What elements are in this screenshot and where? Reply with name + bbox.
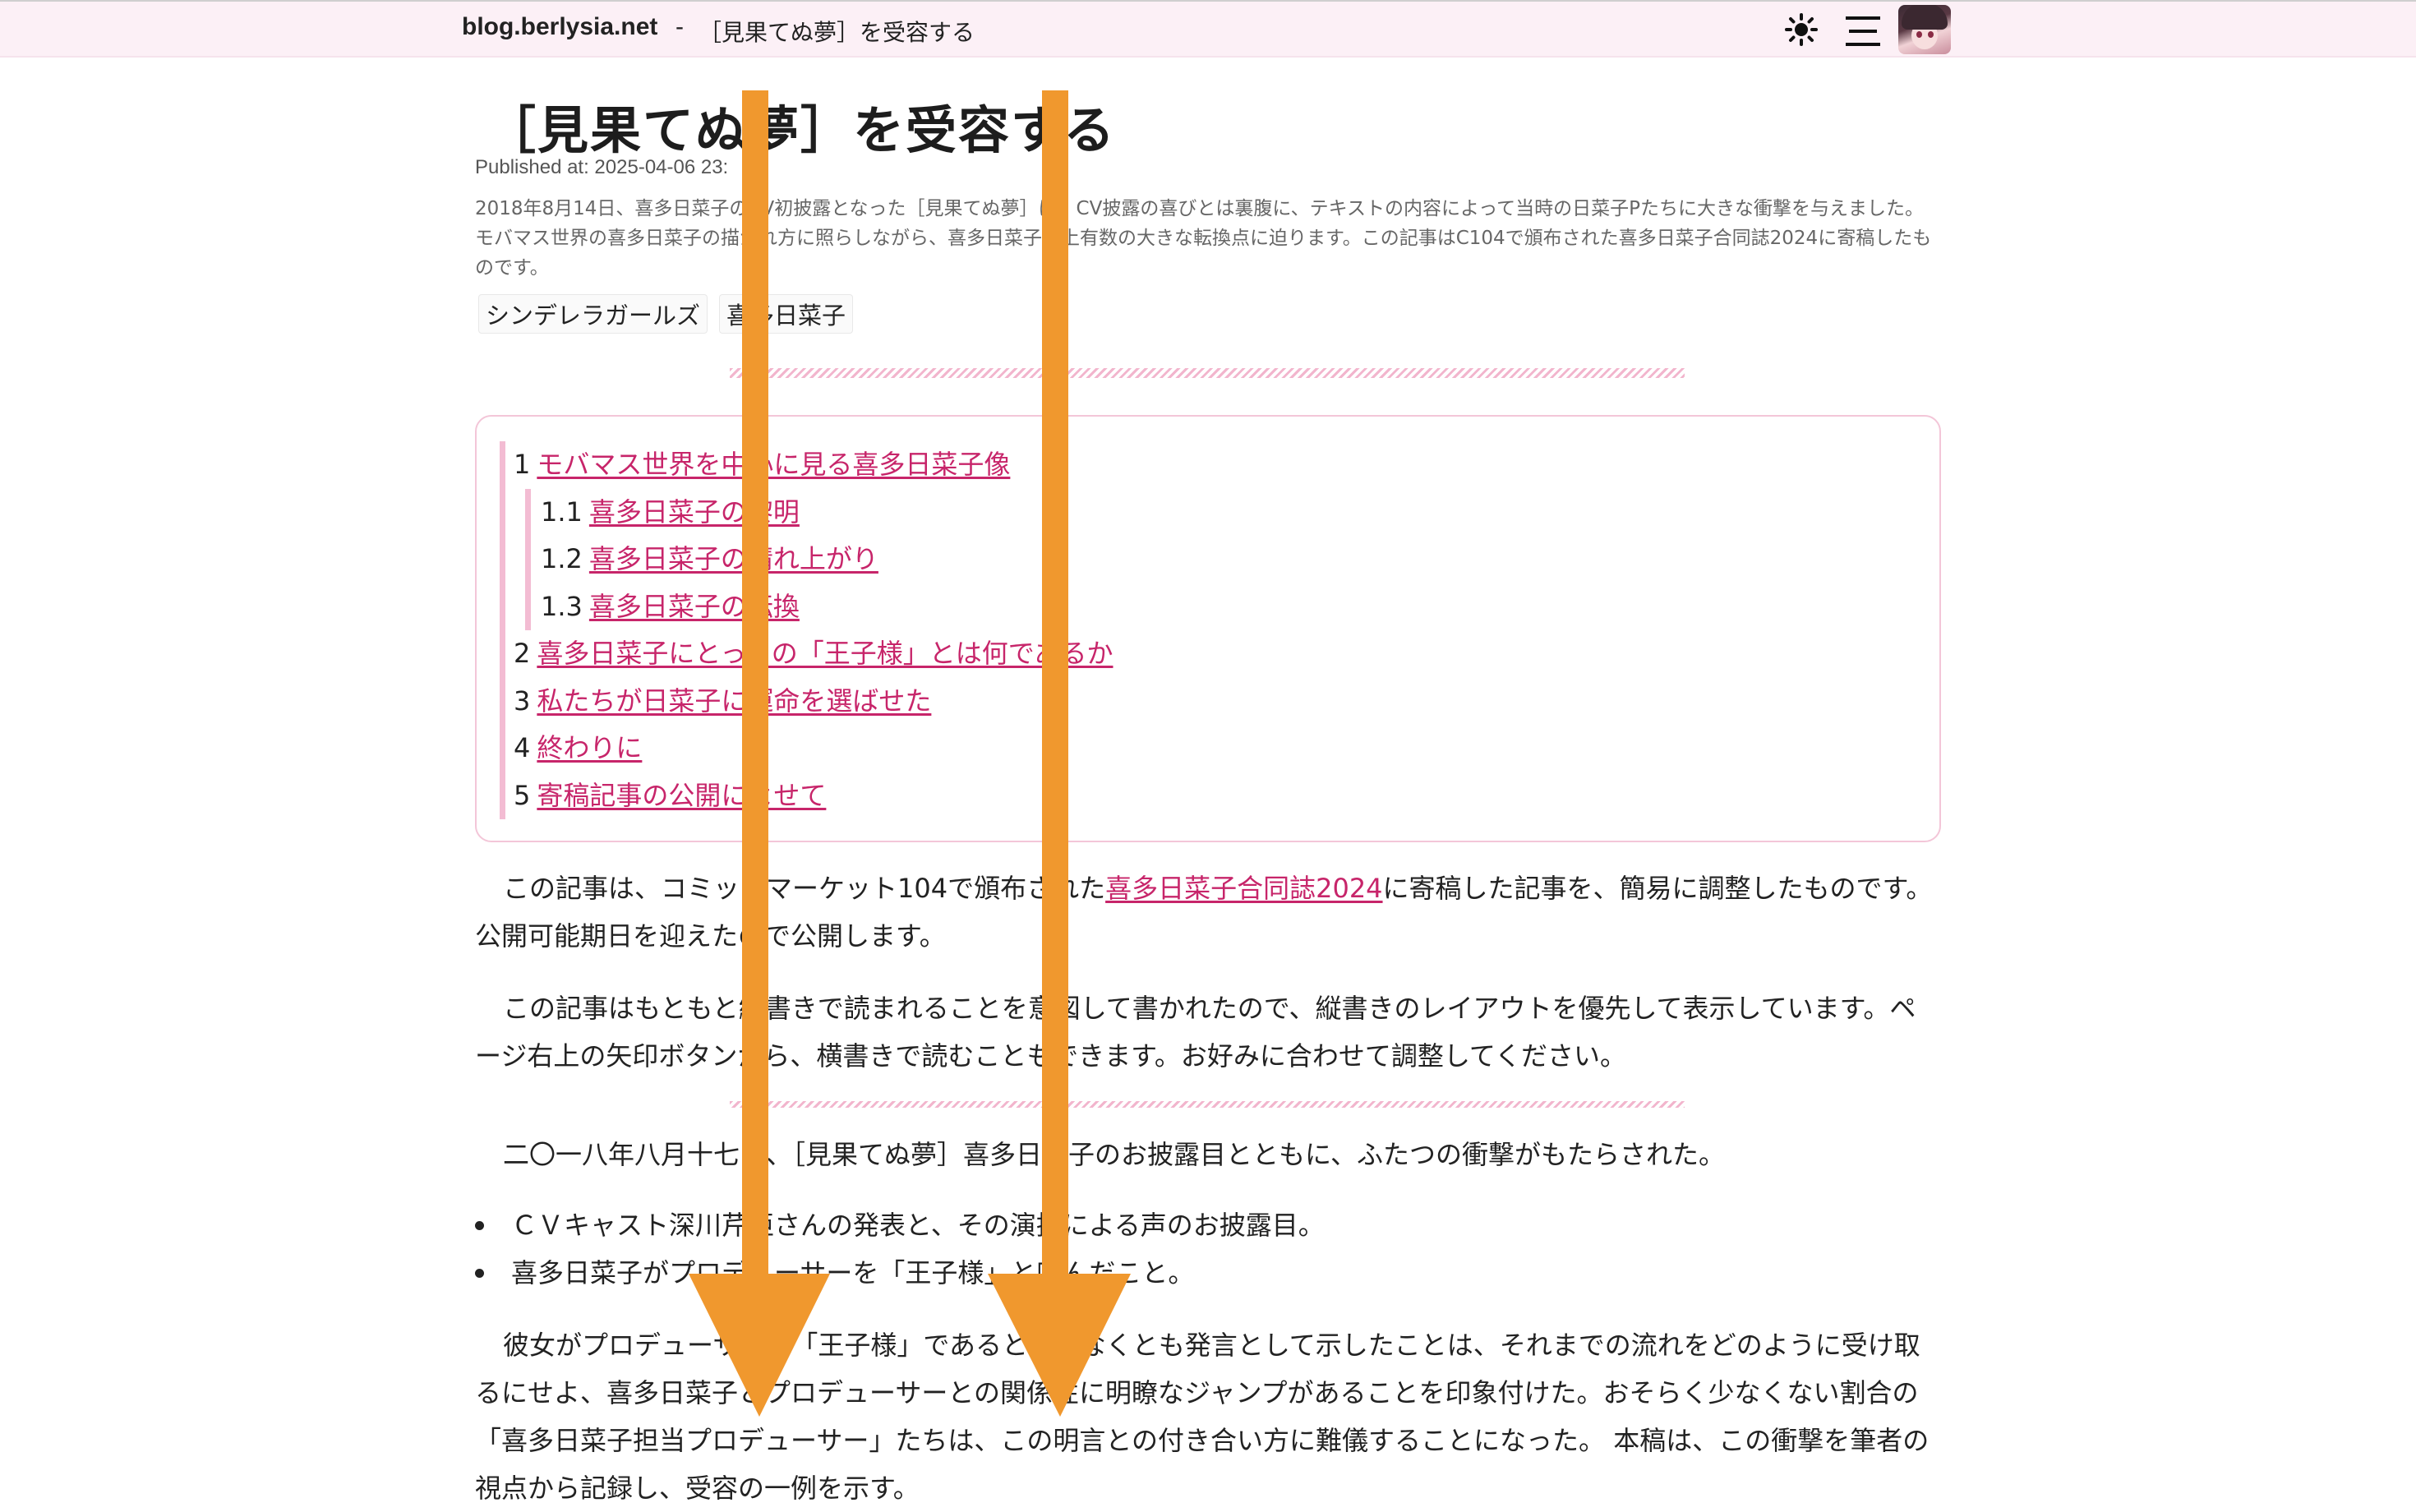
title-separator: -	[675, 13, 684, 40]
published-date: Published at: 2025-04-06 23:	[475, 156, 729, 178]
toc-item: 2 喜多日菜子にとっての「王子様」とは何であるか	[514, 630, 1113, 678]
list-item: ＣＶキャスト深川芹亜さんの発表と、その演技による声のお披露目。	[475, 1201, 1325, 1249]
hamburger-menu-icon[interactable]	[1844, 13, 1882, 49]
article-summary: 2018年8月14日、喜多日菜子のCV初披露となった［見果てぬ夢］は、CV披露の…	[475, 198, 1932, 279]
toc-number: 3	[514, 685, 531, 717]
site-name-link[interactable]: blog.berlysia.net	[462, 13, 657, 41]
toc-item: 1.1 喜多日菜子の黎明	[541, 489, 1113, 537]
header-page-title: ［見果てぬ夢］を受容する	[699, 19, 975, 46]
body-paragraph: 彼女がプロデューサーを「王子様」であると、少なくとも発言として示したことは、それ…	[475, 1321, 1941, 1512]
tag-cinderella-girls[interactable]: シンデレラガールズ	[478, 294, 708, 334]
tag-kita-hinako[interactable]: 喜多日菜子	[719, 294, 854, 334]
toc-number: 1	[514, 449, 531, 480]
layout-note-text: この記事はもともと縦書きで読まれることを意図して書かれたので、縦書きのレイアウト…	[475, 993, 1916, 1072]
layout-note-paragraph: この記事はもともと縦書きで読まれることを意図して書かれたので、縦書きのレイアウト…	[475, 984, 1941, 1080]
toc-number: 5	[514, 779, 531, 811]
toc-item: 1 モバマス世界を中心に見る喜多日菜子像	[514, 441, 1113, 489]
toc-link[interactable]: 私たちが日菜子に運命を選ばせた	[537, 685, 931, 717]
toc-number: 1.3	[541, 590, 583, 622]
toc-number: 1.1	[541, 496, 583, 528]
toc-link[interactable]: 喜多日菜子の晴れ上がり	[589, 543, 878, 574]
table-of-contents: 1 モバマス世界を中心に見る喜多日菜子像 1.1 喜多日菜子の黎明 1.2 喜多日菜子…	[475, 415, 1941, 842]
toc-item: 5 寄稿記事の公開によせて	[514, 772, 1113, 820]
toc-number: 4	[514, 732, 531, 763]
toc-item: 1.3 喜多日菜子の転換	[541, 583, 1113, 631]
list-item: 喜多日菜子がプロデューサーを「王子様」と呼んだこと。	[475, 1249, 1325, 1297]
body-text: 彼女がプロデューサーを「王子様」であると、少なくとも発言として示したことは、それ…	[475, 1330, 1930, 1504]
body-paragraph: 二〇一八年八月十七日、［見果てぬ夢］喜多日菜子のお披露目とともに、ふたつの衝撃が…	[475, 1131, 1941, 1178]
intro-paragraph: この記事は、コミックマーケット104で頒布された喜多日菜子合同誌2024に寄稿し…	[475, 864, 1941, 960]
toc-link[interactable]: 終わりに	[537, 732, 642, 763]
article-title: ［見果てぬ夢］を受容する	[485, 100, 1117, 160]
toc-item: 4 終わりに	[514, 725, 1113, 772]
site-header: blog.berlysia.net - ［見果てぬ夢］を受容する	[0, 0, 2416, 58]
user-avatar[interactable]	[1898, 5, 1951, 54]
intro-text-before: この記事は、コミックマーケット104で頒布された	[503, 873, 1106, 904]
toc-link[interactable]: 喜多日菜子の転換	[589, 591, 800, 622]
toc-link[interactable]: 喜多日菜子の黎明	[589, 496, 800, 528]
anthology-link[interactable]: 喜多日菜子合同誌2024	[1105, 873, 1382, 904]
toc-link[interactable]: モバマス世界を中心に見る喜多日菜子像	[537, 449, 1010, 480]
toc-item: 1.2 喜多日菜子の晴れ上がり	[541, 536, 1113, 583]
section-divider	[730, 1101, 1685, 1108]
toc-link[interactable]: 喜多日菜子にとっての「王子様」とは何であるか	[537, 638, 1113, 669]
toc-number: 1.2	[541, 543, 583, 574]
toc-item: 3 私たちが日菜子に運命を選ばせた	[514, 678, 1113, 726]
impact-list: ＣＶキャスト深川芹亜さんの発表と、その演技による声のお披露目。 喜多日菜子がプロ…	[475, 1201, 1325, 1297]
toc-link[interactable]: 寄稿記事の公開によせて	[537, 780, 826, 811]
section-divider	[730, 368, 1685, 378]
toc-list: 1 モバマス世界を中心に見る喜多日菜子像 1.1 喜多日菜子の黎明 1.2 喜多日菜子…	[500, 441, 1113, 819]
toc-number: 2	[514, 638, 531, 669]
toc-sublist: 1.1 喜多日菜子の黎明 1.2 喜多日菜子の晴れ上がり 1.3 喜多日菜子の転換	[525, 488, 1113, 631]
tag-list: シンデレラガールズ 喜多日菜子	[478, 294, 854, 334]
body-text: 二〇一八年八月十七日、［見果てぬ夢］喜多日菜子のお披露目とともに、ふたつの衝撃が…	[503, 1139, 1726, 1170]
sun-icon[interactable]	[1785, 13, 1818, 46]
